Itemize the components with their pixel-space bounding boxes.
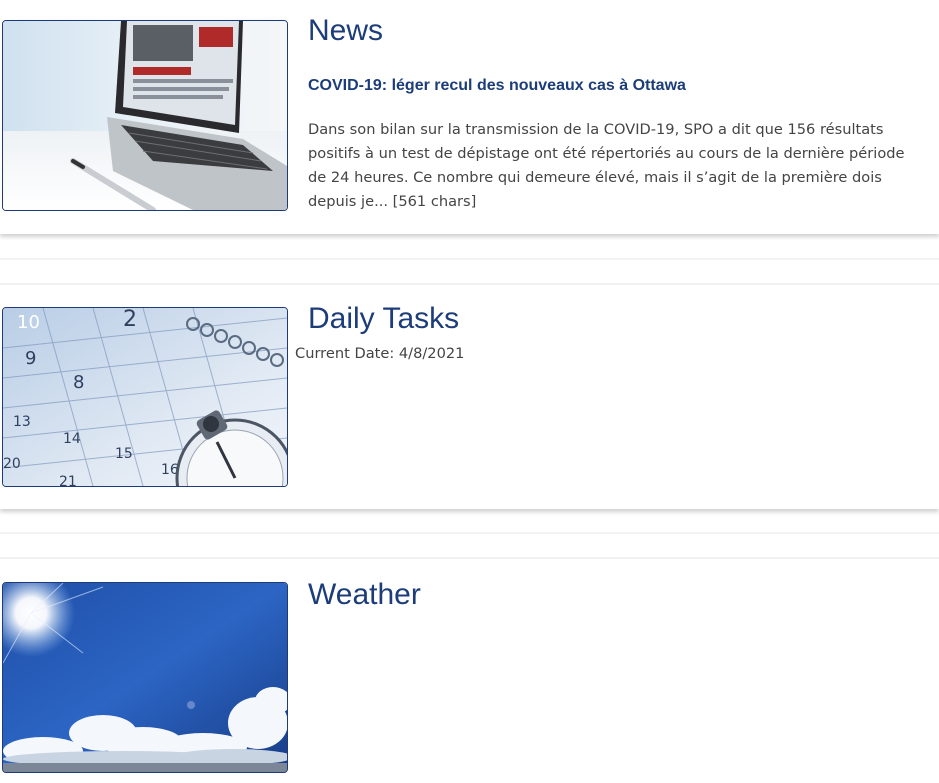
daily-tasks-thumbnail[interactable]: 13 14 15 16 20 21 2 9 8 10 [2,307,288,487]
news-headline-link[interactable]: COVID-19: léger recul des nouveaux cas à… [308,77,686,95]
laptop-image [3,21,287,210]
planner-clock-image: 13 14 15 16 20 21 2 9 8 10 [3,308,287,486]
svg-text:13: 13 [13,414,31,430]
current-date-label: Current Date: 4/8/2021 [295,345,465,362]
svg-text:8: 8 [73,372,84,393]
news-title[interactable]: News [308,16,383,46]
divider [0,532,939,534]
svg-text:20: 20 [3,456,21,472]
weather-title[interactable]: Weather [308,580,421,610]
divider [0,258,939,260]
svg-text:15: 15 [115,446,133,462]
svg-text:10: 10 [17,312,40,333]
daily-tasks-title[interactable]: Daily Tasks [308,304,459,334]
svg-text:21: 21 [59,474,77,486]
news-summary: Dans son bilan sur la transmission de la… [308,121,905,210]
sky-sun-image [3,583,287,772]
weather-card: Weather [0,557,939,783]
weather-thumbnail[interactable] [2,582,288,773]
news-card: News COVID-19: léger recul des nouveaux … [0,0,939,234]
svg-text:2: 2 [123,308,137,332]
svg-text:9: 9 [25,348,36,369]
svg-text:14: 14 [63,431,81,447]
news-thumbnail[interactable] [2,20,288,211]
card-top-border [0,557,939,559]
card-top-border [0,283,939,285]
daily-tasks-card: 13 14 15 16 20 21 2 9 8 10 Daily Tasks [0,283,939,509]
